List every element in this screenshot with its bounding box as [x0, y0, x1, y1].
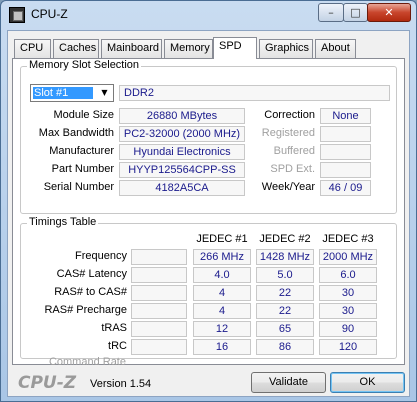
manufacturer-label: Manufacturer	[49, 145, 114, 157]
tab-spd[interactable]: SPD	[213, 37, 257, 59]
slot-select-value: Slot #1	[33, 87, 93, 99]
timing-empty-cell	[131, 321, 187, 337]
chevron-down-icon[interactable]: ▼	[97, 86, 112, 100]
memory-slot-group-title: Memory Slot Selection	[27, 59, 142, 71]
client-area: CPU Caches Mainboard Memory SPD Graphics…	[7, 30, 410, 397]
timings-group: Timings Table JEDEC #1 JEDEC #2 JEDEC #3…	[20, 216, 397, 359]
registered-value	[320, 126, 371, 142]
buffered-label: Buffered	[273, 145, 315, 157]
week-year-value: 46 / 09	[320, 180, 371, 196]
validate-button[interactable]: Validate	[251, 372, 326, 393]
timing-value: 16	[193, 339, 251, 355]
week-year-label: Week/Year	[261, 181, 315, 193]
part-number-value: HYYP125564CPP-SS	[119, 162, 245, 178]
timing-empty-cell	[131, 285, 187, 301]
ok-button[interactable]: OK	[330, 372, 405, 393]
correction-value: None	[320, 108, 371, 124]
max-bandwidth-label: Max Bandwidth	[38, 127, 114, 139]
spd-ext-value	[320, 162, 371, 178]
timing-value: 30	[319, 285, 377, 301]
timings-column-header: JEDEC #2	[259, 233, 311, 245]
timing-row-label: tRC	[108, 340, 127, 352]
correction-label: Correction	[264, 109, 315, 121]
manufacturer-value: Hyundai Electronics	[119, 144, 245, 160]
timing-empty-cell	[131, 339, 187, 355]
minimize-button[interactable]: –	[318, 3, 344, 22]
timing-value: 22	[256, 303, 314, 319]
cpu-z-logo: CPU-Z	[18, 373, 77, 393]
timing-value: 4.0	[193, 267, 251, 283]
tab-mainboard[interactable]: Mainboard	[101, 39, 162, 58]
timing-value: 90	[319, 321, 377, 337]
tab-memory[interactable]: Memory	[164, 39, 213, 58]
tab-caches[interactable]: Caches	[53, 39, 99, 58]
timings-column-header: JEDEC #3	[322, 233, 374, 245]
timing-row-label: tRAS	[101, 322, 127, 334]
module-size-value: 26880 MBytes	[119, 108, 245, 124]
timing-empty-cell	[131, 249, 187, 265]
timing-value: 120	[319, 339, 377, 355]
timing-value: 12	[193, 321, 251, 337]
timings-column-header: JEDEC #1	[196, 233, 248, 245]
timing-value: 5.0	[256, 267, 314, 283]
serial-number-label: Serial Number	[43, 181, 114, 193]
part-number-label: Part Number	[51, 163, 114, 175]
timing-value: 22	[256, 285, 314, 301]
timing-row-label: RAS# Precharge	[44, 304, 127, 316]
memory-slot-group: Memory Slot Selection Slot #1 ▼ DDR2 Mod…	[20, 59, 397, 214]
tab-graphics[interactable]: Graphics	[259, 39, 313, 58]
timing-value: 2000 MHz	[319, 249, 377, 265]
serial-number-value: 4182A5CA	[119, 180, 245, 196]
cpu-z-app-icon[interactable]	[9, 7, 25, 23]
timing-empty-cell	[131, 267, 187, 283]
timing-value: 1428 MHz	[256, 249, 314, 265]
timing-row-label: CAS# Latency	[56, 268, 127, 280]
module-size-label: Module Size	[53, 109, 114, 121]
timing-value: 30	[319, 303, 377, 319]
title-bar[interactable]: CPU-Z – □ ✕	[1, 1, 416, 29]
timing-value: 6.0	[319, 267, 377, 283]
memory-type-value: DDR2	[119, 85, 390, 101]
max-bandwidth-value: PC2-32000 (2000 MHz)	[119, 126, 245, 142]
tab-cpu[interactable]: CPU	[14, 39, 51, 58]
timing-row-label-disabled: Command Rate	[48, 356, 126, 368]
spd-ext-label: SPD Ext.	[270, 163, 315, 175]
close-button[interactable]: ✕	[367, 3, 411, 22]
timing-empty-cell	[131, 303, 187, 319]
window-title: CPU-Z	[31, 7, 68, 21]
registered-label: Registered	[261, 127, 315, 139]
tab-about[interactable]: About	[315, 39, 356, 58]
version-label: Version 1.54	[90, 378, 152, 390]
slot-select[interactable]: Slot #1 ▼	[30, 84, 114, 102]
timing-row-label: RAS# to CAS#	[54, 286, 127, 298]
timing-row-label: Frequency	[75, 250, 127, 262]
timings-group-title: Timings Table	[27, 216, 99, 228]
maximize-button[interactable]: □	[343, 3, 368, 22]
timing-value: 4	[193, 303, 251, 319]
timing-value: 86	[256, 339, 314, 355]
timing-value: 266 MHz	[193, 249, 251, 265]
cpu-z-window: CPU-Z – □ ✕ CPU Caches Mainboard Memory …	[0, 0, 417, 402]
spd-panel: Memory Slot Selection Slot #1 ▼ DDR2 Mod…	[12, 58, 405, 368]
timing-value: 4	[193, 285, 251, 301]
buffered-value	[320, 144, 371, 160]
timing-value: 65	[256, 321, 314, 337]
